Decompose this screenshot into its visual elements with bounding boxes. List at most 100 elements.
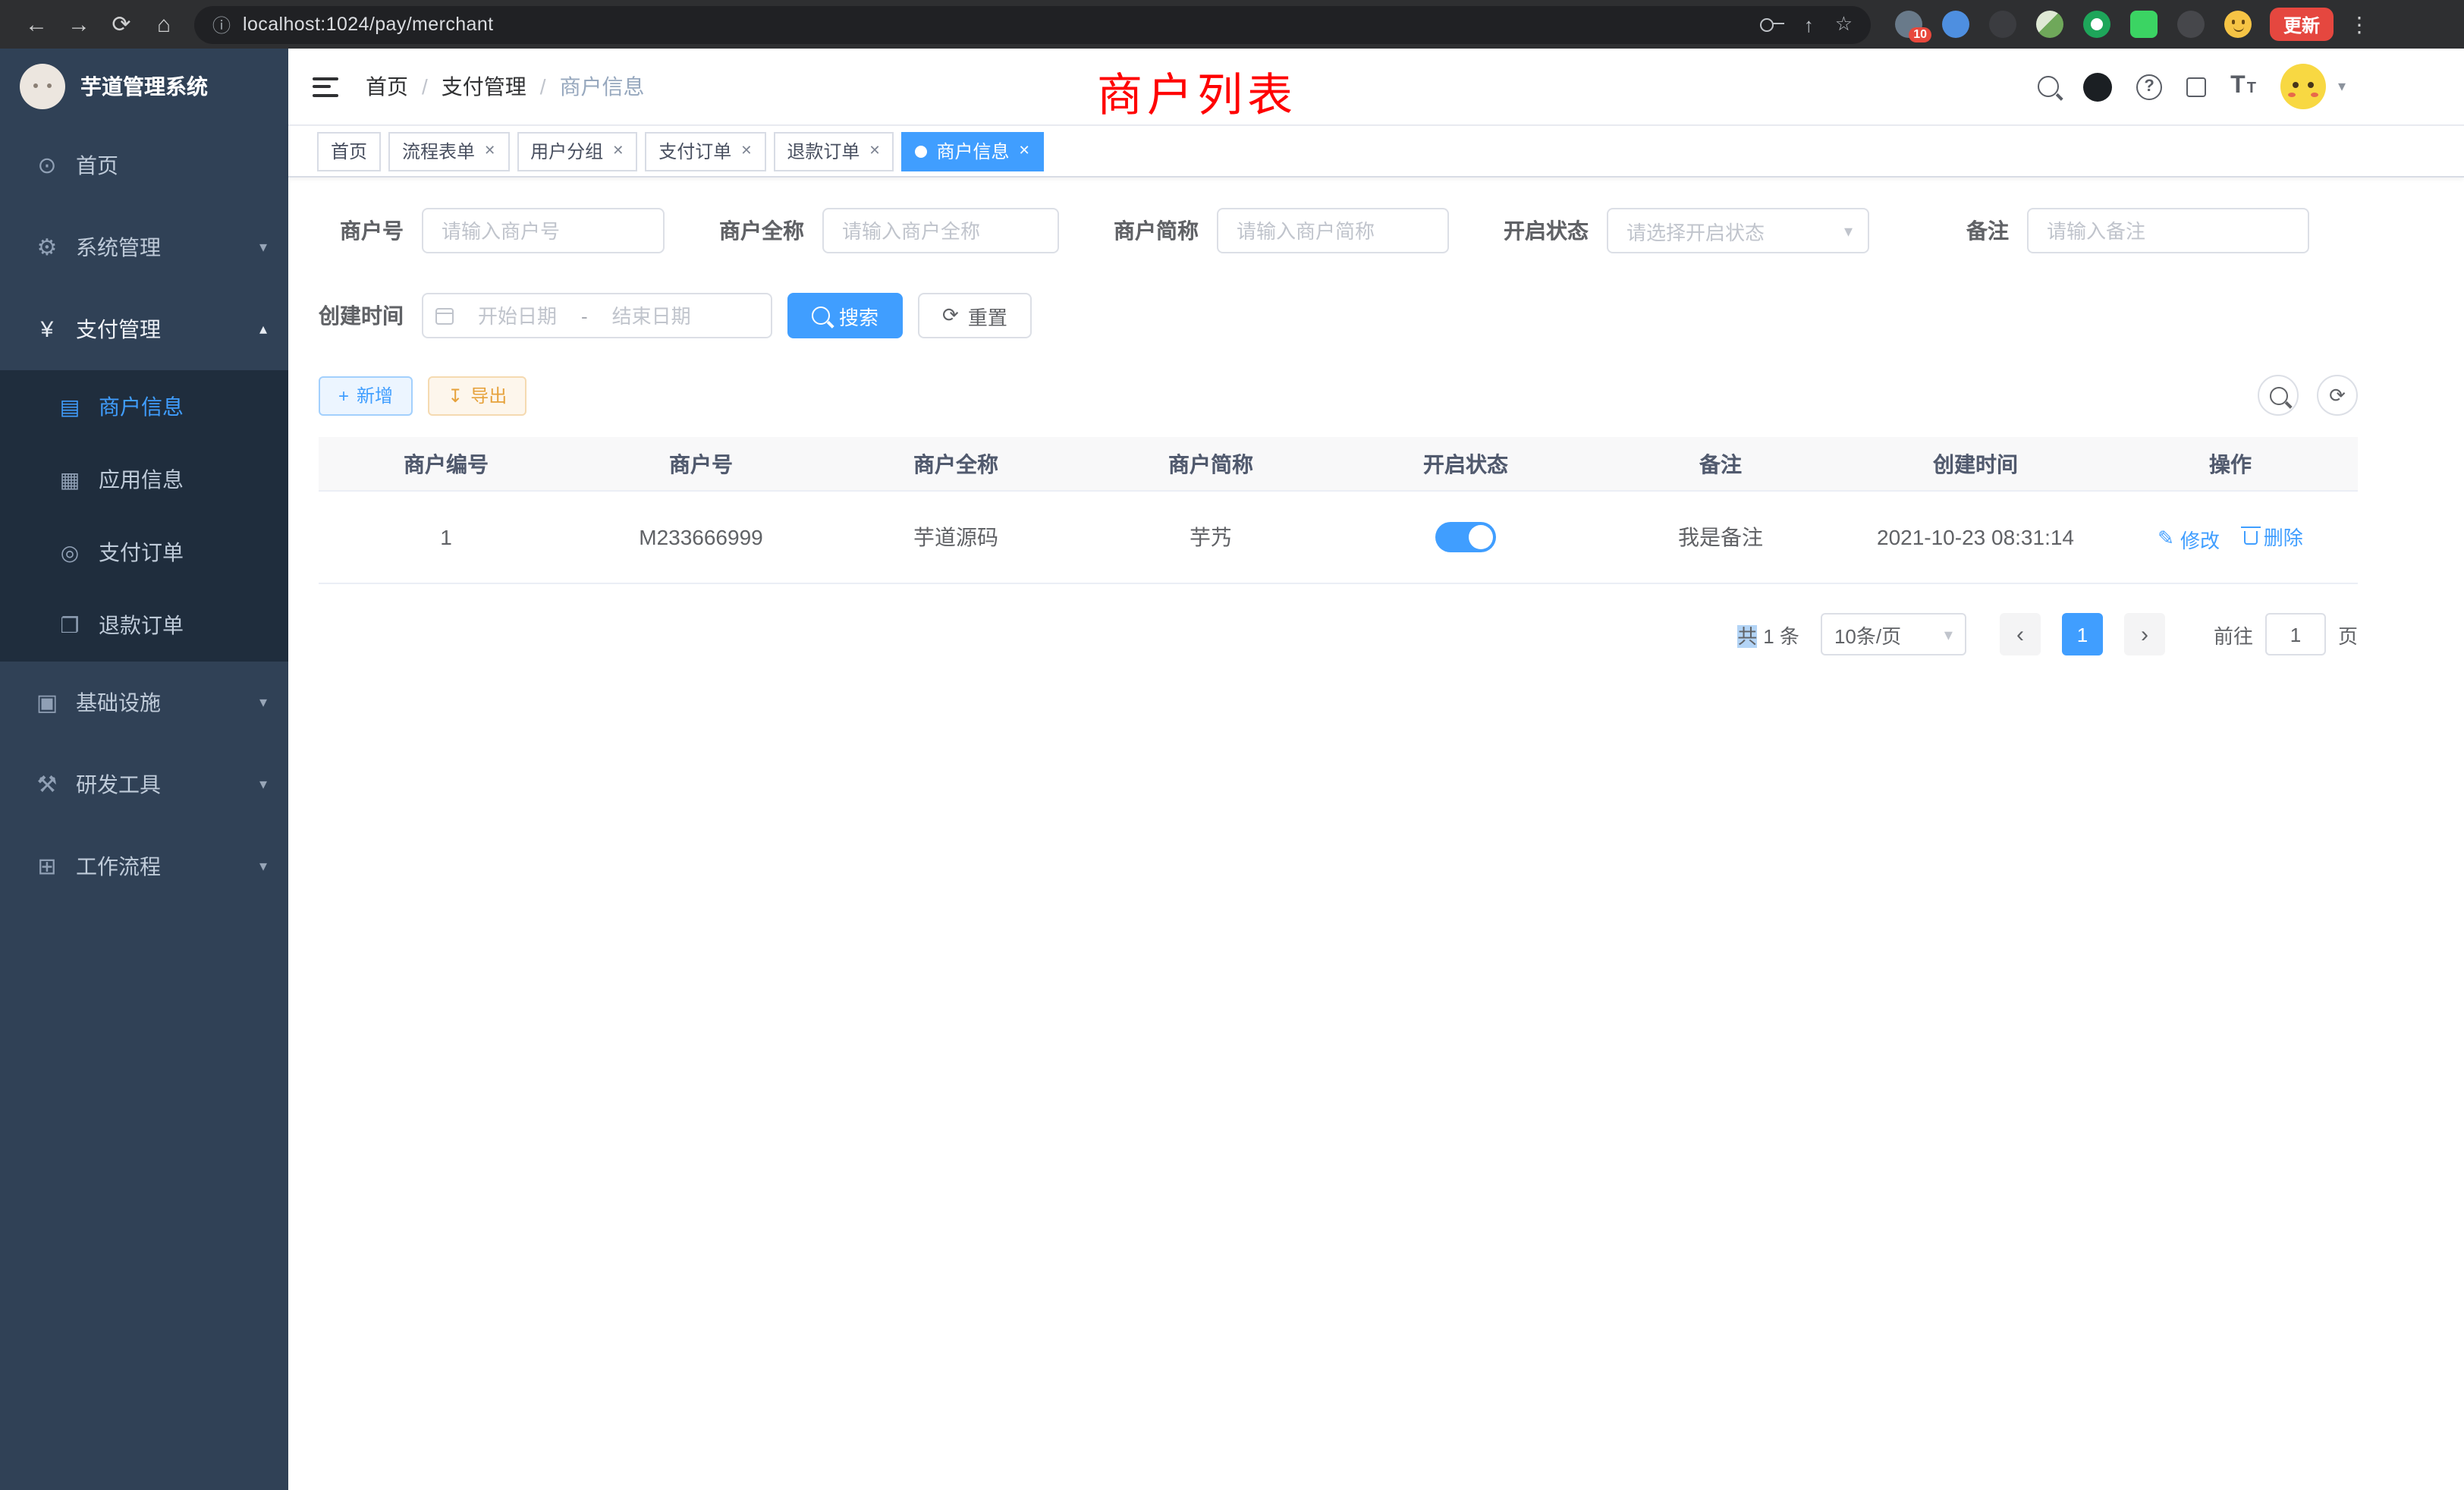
browser-menu-icon[interactable]: ⋮: [2349, 11, 2370, 37]
reset-button[interactable]: ⟳ 重置: [918, 293, 1032, 338]
close-icon[interactable]: ✕: [869, 143, 880, 159]
help-icon[interactable]: ?: [2136, 74, 2162, 99]
col-merchant-id: 商户编号: [319, 437, 574, 491]
extension-icon-1[interactable]: 10: [1895, 11, 1922, 38]
back-icon[interactable]: ←: [15, 3, 58, 46]
browser-update-button[interactable]: 更新: [2270, 8, 2334, 41]
extension-icon-8[interactable]: [2224, 11, 2252, 38]
remark-input[interactable]: [2027, 208, 2309, 253]
search-button[interactable]: 搜索: [787, 293, 903, 338]
breadcrumb-separator: /: [422, 74, 428, 99]
export-button[interactable]: ↧ 导出: [428, 376, 526, 415]
short-name-input[interactable]: [1217, 208, 1449, 253]
full-name-input[interactable]: [822, 208, 1059, 253]
close-icon[interactable]: ✕: [612, 143, 624, 159]
payment-submenu: ▤ 商户信息 ▦ 应用信息 ◎ 支付订单 ❐ 退款订单: [0, 370, 288, 662]
page-size-select[interactable]: 10条/页 ▾: [1821, 613, 1966, 655]
extensions-area: 10: [1895, 11, 2252, 38]
end-date-input[interactable]: [594, 304, 709, 327]
user-avatar[interactable]: [2280, 64, 2326, 109]
avatar-caret-icon[interactable]: ▾: [2338, 78, 2346, 95]
goto-page-input[interactable]: [2265, 613, 2326, 655]
prev-page-button[interactable]: ‹: [2000, 613, 2041, 655]
full-name-label: 商户全称: [719, 215, 804, 246]
app-logo: 芋道管理系统: [0, 49, 288, 124]
breadcrumb-item-home[interactable]: 首页: [366, 71, 408, 102]
tab-refund-order[interactable]: 退款订单 ✕: [773, 131, 894, 171]
extension-icon-3[interactable]: [1989, 11, 2016, 38]
browser-toolbar: ← → ⟳ ⌂ ⓘ localhost:1024/pay/merchant ↑ …: [0, 0, 2464, 49]
forward-icon[interactable]: →: [58, 3, 100, 46]
add-button[interactable]: + 新增: [319, 376, 413, 415]
col-status: 开启状态: [1338, 437, 1593, 491]
tab-merchant-info[interactable]: 商户信息 ✕: [902, 131, 1044, 171]
font-size-small: T: [2247, 80, 2256, 97]
tab-home[interactable]: 首页: [317, 131, 381, 171]
delete-link[interactable]: 删除: [2244, 521, 2303, 550]
app-logo-avatar: [20, 64, 65, 109]
sidebar-item-payment[interactable]: ¥ 支付管理 ▴: [0, 288, 288, 370]
tab-user-group[interactable]: 用户分组 ✕: [517, 131, 637, 171]
start-date-input[interactable]: [460, 304, 575, 327]
active-tab-dot: [916, 145, 928, 157]
next-page-button[interactable]: ›: [2124, 613, 2165, 655]
extension-icon-6[interactable]: [2130, 11, 2158, 38]
hamburger-button[interactable]: [313, 77, 338, 96]
cell-actions: ✎ 修改 删除: [2103, 491, 2358, 583]
status-switch[interactable]: [1435, 522, 1496, 552]
fullscreen-icon[interactable]: [2186, 77, 2206, 96]
chevron-down-icon: ▾: [259, 858, 267, 875]
extension-icon-5[interactable]: [2083, 11, 2110, 38]
close-icon[interactable]: ✕: [1019, 143, 1030, 159]
tab-pay-order[interactable]: 支付订单 ✕: [645, 131, 765, 171]
site-info-icon[interactable]: ⓘ: [212, 11, 231, 37]
sidebar-item-label: 系统管理: [76, 232, 161, 262]
sidebar-subitem-refund-order[interactable]: ❐ 退款订单: [0, 589, 288, 662]
extension-icon-7[interactable]: [2177, 11, 2205, 38]
chevron-down-icon: ▾: [259, 694, 267, 711]
home-icon[interactable]: ⌂: [143, 3, 185, 46]
refresh-icon: ⟳: [2329, 383, 2346, 407]
font-size-icon[interactable]: TT: [2230, 73, 2256, 100]
show-search-toggle-button[interactable]: [2258, 375, 2299, 416]
reload-icon[interactable]: ⟳: [100, 3, 143, 46]
date-range-picker[interactable]: -: [422, 293, 772, 338]
status-select[interactable]: 请选择开启状态 ▾: [1607, 208, 1869, 253]
sidebar-subitem-merchant-info[interactable]: ▤ 商户信息: [0, 370, 288, 443]
share-icon[interactable]: ↑: [1804, 13, 1814, 36]
sidebar-subitem-pay-order[interactable]: ◎ 支付订单: [0, 516, 288, 589]
annotation-title: 商户列表: [1097, 58, 1297, 124]
plus-icon: +: [338, 385, 349, 406]
github-icon[interactable]: [2083, 72, 2112, 101]
edit-link[interactable]: ✎ 修改: [2158, 524, 2220, 553]
sidebar-item-home[interactable]: ⊙ 首页: [0, 124, 288, 206]
table-toolbar: + 新增 ↧ 导出 ⟳: [319, 375, 2358, 416]
merchant-no-input[interactable]: [422, 208, 665, 253]
merchant-no-label: 商户号: [319, 215, 404, 246]
extension-icon-2[interactable]: [1942, 11, 1969, 38]
search-icon[interactable]: [2038, 76, 2059, 97]
page-1-button[interactable]: 1: [2062, 613, 2103, 655]
bookmark-star-icon[interactable]: ☆: [1835, 12, 1853, 36]
tool-icon: ⚒: [30, 771, 64, 798]
sidebar-item-system[interactable]: ⚙ 系统管理 ▾: [0, 206, 288, 288]
sidebar-subitem-app-info[interactable]: ▦ 应用信息: [0, 443, 288, 516]
refresh-button[interactable]: ⟳: [2317, 375, 2358, 416]
address-bar[interactable]: ⓘ localhost:1024/pay/merchant ↑ ☆: [194, 5, 1871, 43]
breadcrumb-item-payment[interactable]: 支付管理: [442, 71, 526, 102]
sidebar-item-devtools[interactable]: ⚒ 研发工具 ▾: [0, 743, 288, 825]
sidebar-item-label: 支付管理: [76, 314, 161, 344]
col-actions: 操作: [2103, 437, 2358, 491]
tab-process-form[interactable]: 流程表单 ✕: [388, 131, 509, 171]
goto-unit-label: 页: [2338, 620, 2358, 649]
workflow-icon: ⊞: [30, 853, 64, 880]
password-key-icon[interactable]: [1760, 17, 1774, 31]
sidebar-item-infrastructure[interactable]: ▣ 基础设施 ▾: [0, 662, 288, 743]
close-icon[interactable]: ✕: [740, 143, 752, 159]
chevron-up-icon: ▴: [259, 321, 267, 338]
short-name-label: 商户简称: [1114, 215, 1199, 246]
sidebar-subitem-label: 支付订单: [99, 537, 184, 567]
extension-icon-4[interactable]: [2036, 11, 2063, 38]
sidebar-item-workflow[interactable]: ⊞ 工作流程 ▾: [0, 825, 288, 907]
close-icon[interactable]: ✕: [484, 143, 495, 159]
